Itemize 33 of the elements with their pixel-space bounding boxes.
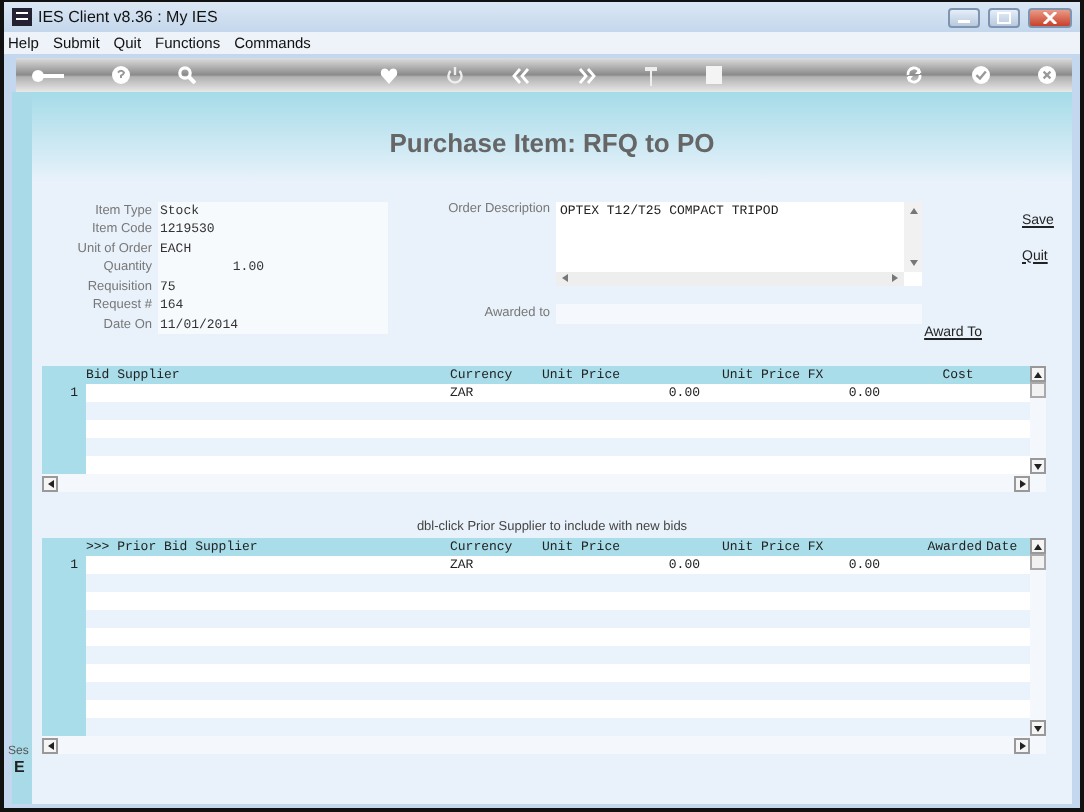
scroll-right-icon[interactable] <box>1019 741 1025 749</box>
heart-icon[interactable] <box>379 67 397 83</box>
double-right-arrow-icon[interactable] <box>577 67 595 83</box>
check-icon[interactable] <box>972 66 990 84</box>
scroll-up-icon[interactable] <box>1034 543 1042 549</box>
close-button[interactable] <box>1028 7 1072 27</box>
scroll-thumb[interactable] <box>1030 554 1046 570</box>
minimize-button[interactable] <box>948 7 980 27</box>
status-text: E <box>14 758 27 776</box>
scroll-right-icon[interactable] <box>1019 479 1025 487</box>
scroll-down-icon[interactable] <box>1034 725 1042 731</box>
maximize-icon <box>996 11 1012 23</box>
scroll-left-icon[interactable] <box>47 479 53 487</box>
page-title: Purchase Item: RFQ to PO <box>389 127 715 158</box>
scroll-down-icon[interactable] <box>1034 463 1042 469</box>
key-icon[interactable] <box>32 67 64 83</box>
window-title: IES Client v8.36 : My IES <box>38 8 218 26</box>
help-icon[interactable] <box>112 66 130 84</box>
search-icon[interactable] <box>178 66 196 84</box>
stop-icon[interactable] <box>705 66 721 84</box>
row-header-cell <box>42 718 86 736</box>
scroll-left-icon[interactable] <box>47 741 53 749</box>
close-icon <box>1042 11 1058 23</box>
maximize-button[interactable] <box>988 7 1020 27</box>
power-icon[interactable] <box>445 66 463 84</box>
refresh-icon[interactable] <box>904 66 924 84</box>
scroll-up-icon[interactable] <box>1034 371 1042 377</box>
pin-icon[interactable] <box>643 65 657 85</box>
app-icon <box>12 8 32 26</box>
row-header-cell <box>42 456 86 474</box>
double-left-arrow-icon[interactable] <box>511 67 529 83</box>
close-icon[interactable] <box>1038 66 1056 84</box>
scroll-thumb[interactable] <box>1030 382 1046 398</box>
